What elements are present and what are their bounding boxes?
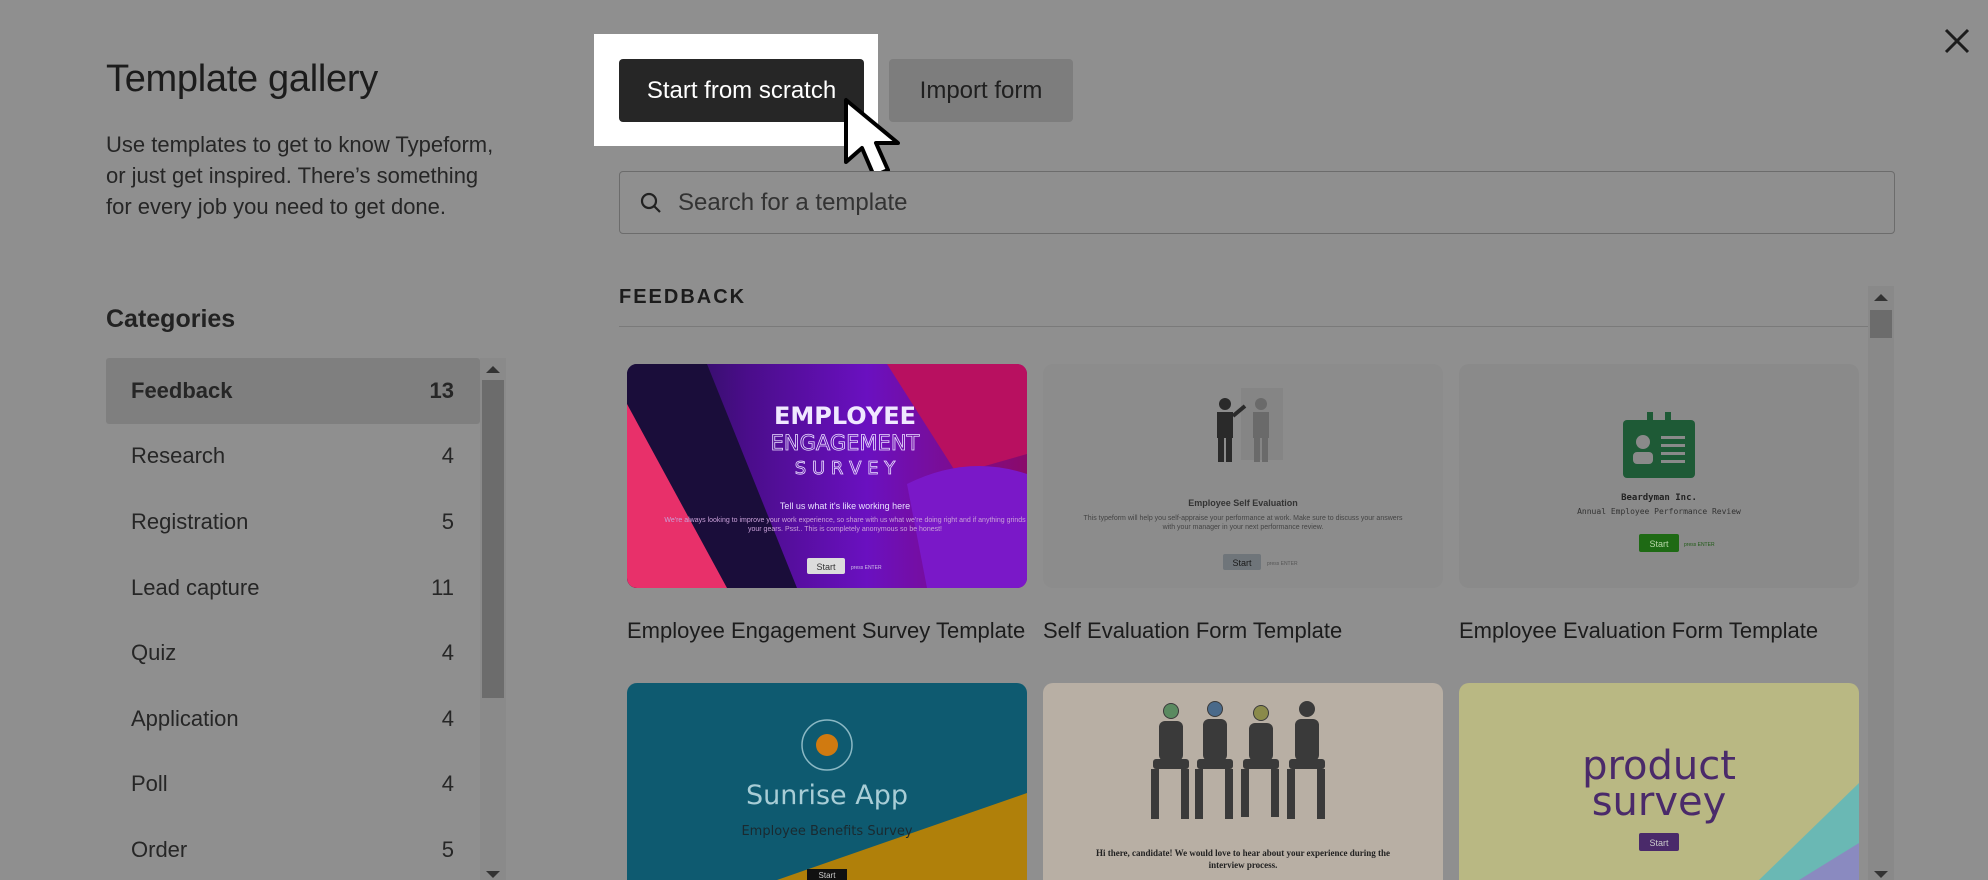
categories-list: Feedback 13 Research 4 Registration 5 Le… <box>106 358 480 880</box>
category-item-poll[interactable]: Poll 4 <box>106 752 480 818</box>
category-item-registration[interactable]: Registration 5 <box>106 489 480 555</box>
scroll-down-arrow-icon[interactable] <box>1874 871 1888 878</box>
category-label: Application <box>131 705 239 731</box>
template-card-employee-evaluation[interactable]: Beardyman Inc. Annual Employee Performan… <box>1459 364 1859 588</box>
category-item-research[interactable]: Research 4 <box>106 424 480 490</box>
category-label: Research <box>131 443 226 469</box>
scroll-up-arrow-icon[interactable] <box>1874 294 1888 301</box>
categories-scrollbar[interactable] <box>480 358 506 880</box>
template-thumbnail: Beardyman Inc. Annual Employee Performan… <box>1577 412 1741 552</box>
thumb-heading: Sunrise App <box>746 780 908 811</box>
category-label: Order <box>131 836 188 862</box>
template-title[interactable]: Self Evaluation Form Template <box>1043 618 1342 644</box>
section-divider <box>619 326 1869 327</box>
close-icon <box>1944 28 1970 54</box>
category-item-feedback[interactable]: Feedback 13 <box>106 358 480 424</box>
category-count: 4 <box>441 640 454 666</box>
category-label: Poll <box>131 771 168 797</box>
thumb-button: Start <box>819 871 837 880</box>
search-box[interactable] <box>619 171 1895 234</box>
category-item-lead-capture[interactable]: Lead capture 11 <box>106 555 480 621</box>
scroll-down-arrow-icon[interactable] <box>486 871 500 878</box>
scrollbar-thumb[interactable] <box>1870 310 1892 338</box>
thumb-body: This typeform will help you self-apprais… <box>1083 515 1403 531</box>
template-card-employee-engagement[interactable]: EMPLOYEE ENGAGEMENT S U R V E Y Tell us … <box>627 364 1027 588</box>
template-thumbnail: EMPLOYEE ENGAGEMENT S U R V E Y Tell us … <box>627 364 1027 588</box>
section-title: FEEDBACK <box>619 286 747 308</box>
thumb-button: Start <box>816 562 836 572</box>
gallery-description: Use templates to get to know Typeform, o… <box>106 132 494 219</box>
template-card-sunrise-app[interactable]: Sunrise App Employee Benefits Survey Sta… <box>627 683 1027 880</box>
template-title[interactable]: Employee Evaluation Form Template <box>1459 618 1818 644</box>
thumb-sub: Annual Employee Performance Review <box>1577 507 1741 516</box>
template-title[interactable]: Employee Engagement Survey Template <box>627 618 1025 644</box>
template-thumbnail: Sunrise App Employee Benefits Survey Sta… <box>741 719 1027 880</box>
template-thumbnail: product survey Start <box>1582 743 1859 880</box>
category-label: Registration <box>131 508 249 534</box>
thumb-line1: EMPLOYEE <box>774 402 916 430</box>
thumb-button: Start <box>1232 558 1252 568</box>
thumb-body: Hi there, candidate! We would love to he… <box>1095 848 1391 870</box>
template-thumbnail: Hi there, candidate! We would love to he… <box>1095 701 1391 870</box>
category-count: 13 <box>429 377 454 403</box>
thumb-line3: S U R V E Y <box>795 458 896 479</box>
category-count: 5 <box>441 508 454 534</box>
thumb-hint: press ENTER <box>851 565 882 571</box>
categories-heading: Categories <box>106 305 236 333</box>
search-icon <box>640 192 661 213</box>
thumb-heading: Beardyman Inc. <box>1621 493 1697 503</box>
template-card-product-survey[interactable]: product survey Start <box>1459 683 1859 880</box>
category-item-order[interactable]: Order 5 <box>106 817 480 880</box>
category-label: Quiz <box>131 640 177 666</box>
start-from-scratch-button[interactable]: Start from scratch <box>619 59 864 122</box>
category-item-quiz[interactable]: Quiz 4 <box>106 620 480 686</box>
template-thumbnail: Employee Self Evaluation This typeform w… <box>1083 388 1403 570</box>
category-count: 4 <box>441 443 454 469</box>
templates-scrollbar[interactable] <box>1868 286 1894 880</box>
category-count: 5 <box>441 836 454 862</box>
thumb-line2: ENGAGEMENT <box>771 431 920 455</box>
thumb-hint: press ENTER <box>1684 542 1715 548</box>
category-count: 4 <box>441 771 454 797</box>
sidebar: Template gallery Use templates to get to… <box>106 50 506 333</box>
page-title: Template gallery <box>106 58 378 100</box>
scroll-up-arrow-icon[interactable] <box>486 366 500 373</box>
thumb-button: Start <box>1649 838 1669 848</box>
category-count: 11 <box>431 574 454 600</box>
thumb-heading: Employee Self Evaluation <box>1188 498 1298 508</box>
template-card-self-evaluation[interactable]: Employee Self Evaluation This typeform w… <box>1043 364 1443 588</box>
search-input[interactable] <box>678 188 1828 217</box>
category-label: Lead capture <box>131 574 260 600</box>
thumb-tagline: Tell us what it's like working here <box>780 501 910 511</box>
thumb-sub: Employee Benefits Survey <box>741 824 912 839</box>
close-button[interactable] <box>1940 24 1974 58</box>
thumb-button: Start <box>1649 539 1669 549</box>
category-label: Feedback <box>131 377 233 403</box>
thumb-line2: survey <box>1592 779 1727 825</box>
thumb-body: We're always looking to improve your wor… <box>664 517 1026 533</box>
template-card-candidate-experience[interactable]: Hi there, candidate! We would love to he… <box>1043 683 1443 880</box>
thumb-hint: press ENTER <box>1267 561 1298 567</box>
category-count: 4 <box>441 705 454 731</box>
scrollbar-thumb[interactable] <box>482 380 504 698</box>
category-item-application[interactable]: Application 4 <box>106 686 480 752</box>
id-badge-icon <box>1623 412 1695 478</box>
